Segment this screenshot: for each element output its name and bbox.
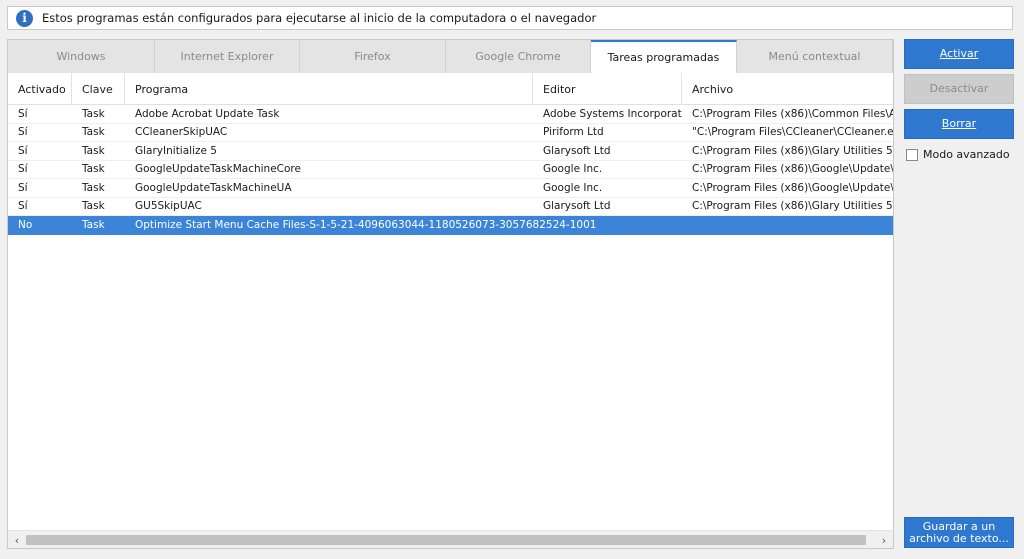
table-row[interactable]: Sí Task CCleanerSkipUAC Piriform Ltd "C:…	[8, 124, 893, 142]
modo-avanzado-option[interactable]: Modo avanzado	[906, 148, 1010, 161]
activar-label: Activar	[939, 47, 979, 60]
tab-google-chrome[interactable]: Google Chrome	[446, 40, 591, 73]
cell-clave: Task	[82, 200, 105, 213]
cell-editor: Glarysoft Ltd	[543, 144, 611, 157]
table-row[interactable]: Sí Task GlaryInitialize 5 Glarysoft Ltd …	[8, 142, 893, 161]
horizontal-scrollbar[interactable]: ‹ ›	[8, 530, 893, 548]
startup-manager-window: i Estos programas están configurados par…	[0, 0, 1024, 559]
cell-programa: CCleanerSkipUAC	[135, 126, 228, 139]
guardar-label: Guardar a un archivo de texto...	[909, 519, 1009, 545]
table-row[interactable]: Sí Task GU5SkipUAC Glarysoft Ltd C:\Prog…	[8, 198, 893, 216]
task-list: Sí Task Adobe Acrobat Update Task Adobe …	[8, 105, 893, 235]
table-row[interactable]: Sí Task Adobe Acrobat Update Task Adobe …	[8, 105, 893, 124]
column-header-clave[interactable]: Clave	[72, 73, 125, 105]
tab-internet-explorer[interactable]: Internet Explorer	[155, 40, 300, 73]
borrar-label: Borrar	[941, 117, 977, 130]
cell-archivo: C:\Program Files (x86)\Glary Utilities 5…	[692, 200, 893, 213]
tab-menu-contextual[interactable]: Menú contextual	[737, 40, 893, 73]
info-icon: i	[16, 9, 33, 27]
activar-button[interactable]: Activar	[904, 39, 1014, 69]
cell-activado: Sí	[18, 126, 28, 139]
cell-archivo: C:\Program Files (x86)\Common Files\Adob…	[692, 107, 893, 120]
borrar-button[interactable]: Borrar	[904, 109, 1014, 139]
cell-editor: Google Inc.	[543, 181, 603, 194]
cell-clave: Task	[82, 163, 105, 176]
column-header-programa[interactable]: Programa	[125, 73, 533, 105]
cell-clave: Task	[82, 181, 105, 194]
desactivar-button[interactable]: Desactivar	[904, 74, 1014, 104]
cell-archivo: C:\Program Files (x86)\Glary Utilities 5…	[692, 144, 893, 157]
cell-programa: Adobe Acrobat Update Task	[135, 107, 280, 120]
modo-avanzado-checkbox[interactable]	[906, 148, 918, 161]
table-row[interactable]: Sí Task GoogleUpdateTaskMachineCore Goog…	[8, 161, 893, 179]
cell-clave: Task	[82, 218, 105, 231]
cell-activado: Sí	[18, 200, 28, 213]
cell-editor: Google Inc.	[543, 163, 603, 176]
cell-activado: Sí	[18, 181, 28, 194]
cell-activado: Sí	[18, 163, 28, 176]
chevron-left-icon[interactable]: ‹	[8, 531, 26, 549]
cell-clave: Task	[82, 144, 105, 157]
cell-editor: Glarysoft Ltd	[543, 200, 611, 213]
cell-programa: GoogleUpdateTaskMachineCore	[135, 163, 301, 176]
cell-activado: No	[18, 218, 33, 231]
tab-bar: Windows Internet Explorer Firefox Google…	[8, 40, 893, 73]
cell-archivo: C:\Program Files (x86)\Google\Update\Goo…	[692, 163, 893, 176]
cell-programa: Optimize Start Menu Cache Files-S-1-5-21…	[135, 218, 597, 231]
tab-windows[interactable]: Windows	[8, 40, 155, 73]
cell-programa: GoogleUpdateTaskMachineUA	[135, 181, 292, 194]
column-header-archivo[interactable]: Archivo	[682, 73, 893, 105]
table-row-selected[interactable]: No Task Optimize Start Menu Cache Files-…	[8, 216, 893, 235]
cell-archivo: C:\Program Files (x86)\Google\Update\Goo…	[692, 181, 893, 194]
cell-programa: GU5SkipUAC	[135, 200, 202, 213]
cell-activado: Sí	[18, 144, 28, 157]
cell-activado: Sí	[18, 107, 28, 120]
info-banner: i Estos programas están configurados par…	[7, 6, 1013, 30]
chevron-right-icon[interactable]: ›	[875, 531, 893, 549]
table-header: Activado Clave Programa Editor Archivo	[8, 73, 893, 105]
cell-clave: Task	[82, 107, 105, 120]
programs-panel: Windows Internet Explorer Firefox Google…	[7, 39, 894, 549]
guardar-button[interactable]: Guardar a un archivo de texto...	[904, 517, 1014, 548]
tab-firefox[interactable]: Firefox	[300, 40, 446, 73]
desactivar-label: Desactivar	[929, 82, 989, 95]
info-text: Estos programas están configurados para …	[42, 11, 597, 25]
cell-clave: Task	[82, 126, 105, 139]
column-header-activado[interactable]: Activado	[8, 73, 72, 105]
table-row[interactable]: Sí Task GoogleUpdateTaskMachineUA Google…	[8, 179, 893, 198]
cell-editor: Adobe Systems Incorporated	[543, 107, 682, 120]
cell-editor: Piriform Ltd	[543, 126, 604, 139]
cell-archivo: "C:\Program Files\CCleaner\CCleaner.exe"…	[692, 126, 893, 139]
column-header-editor[interactable]: Editor	[533, 73, 682, 105]
scrollbar-thumb[interactable]	[26, 535, 866, 545]
cell-programa: GlaryInitialize 5	[135, 144, 217, 157]
modo-avanzado-label: Modo avanzado	[923, 148, 1010, 161]
tab-tareas-programadas[interactable]: Tareas programadas	[591, 40, 737, 73]
